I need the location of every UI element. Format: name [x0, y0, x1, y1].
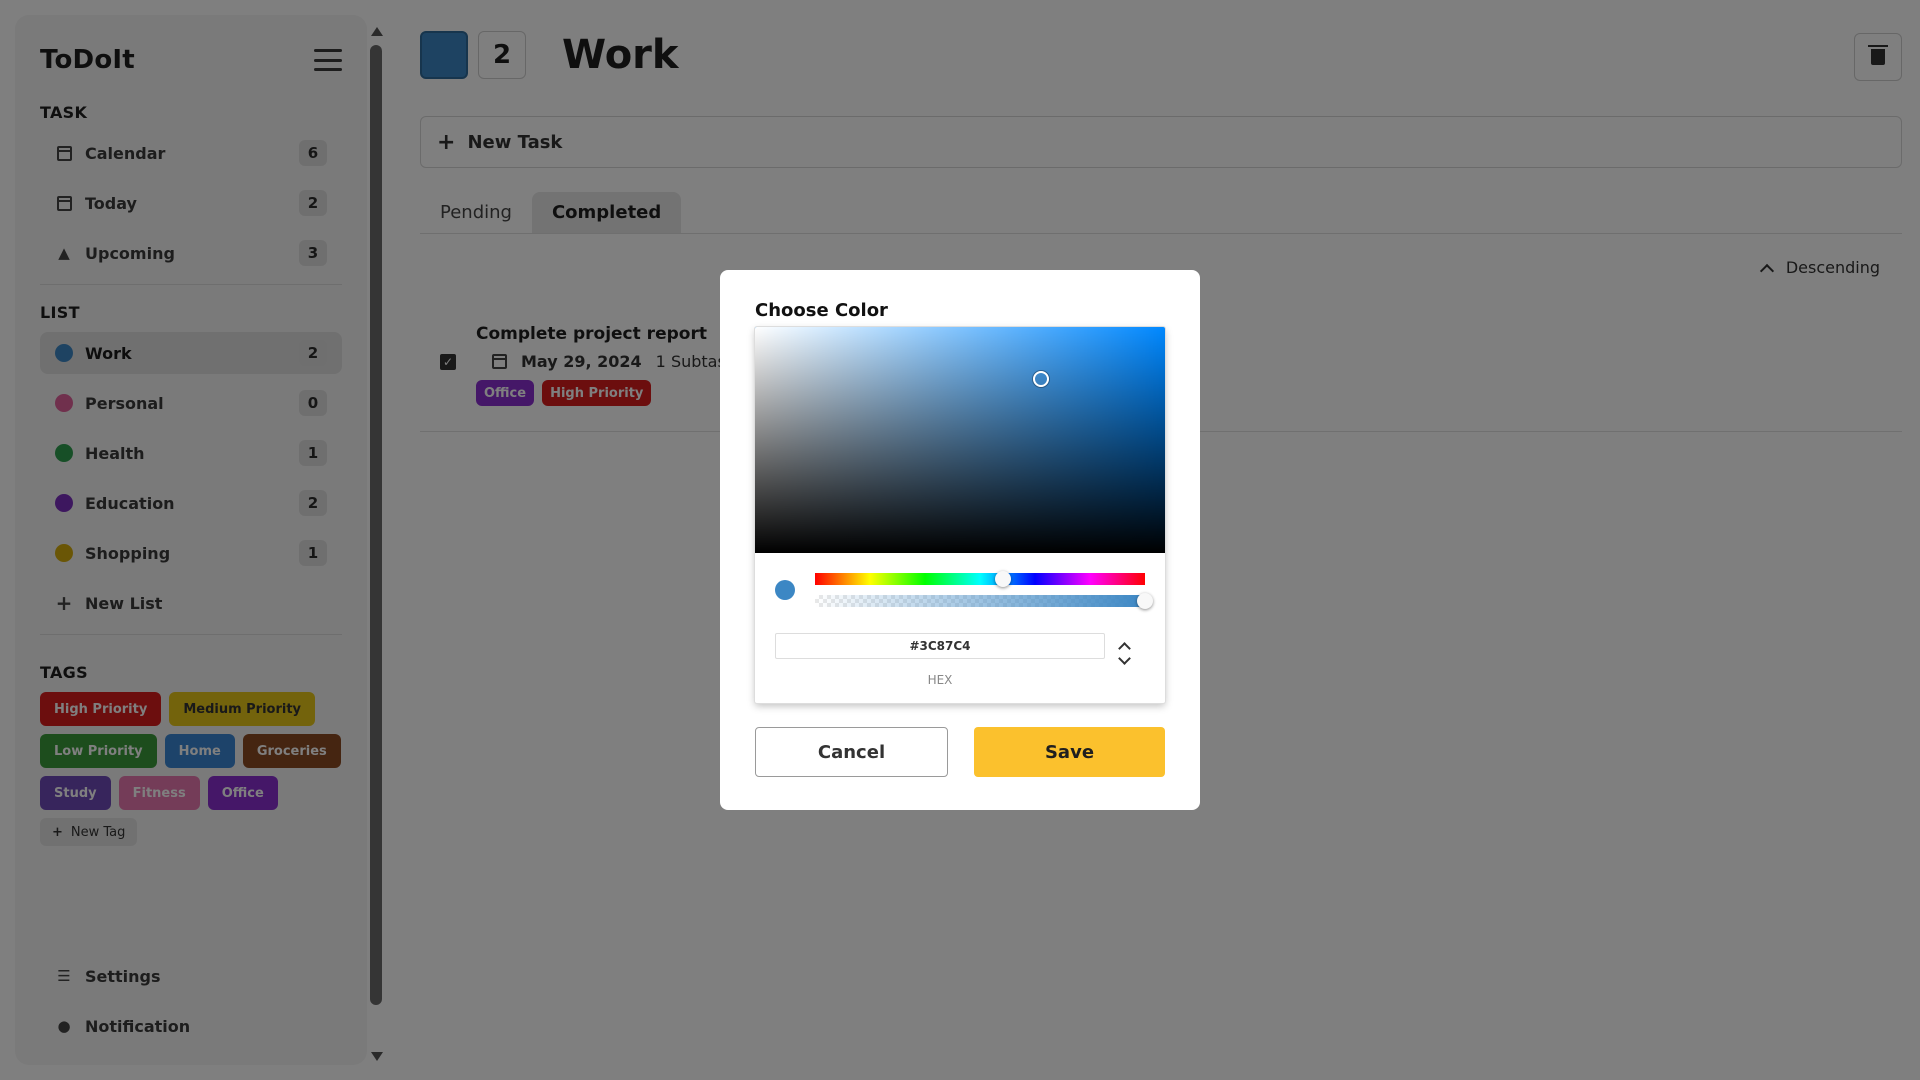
picker-controls — [755, 553, 1165, 633]
dialog-title: Choose Color — [755, 300, 888, 321]
color-preview-dot — [775, 580, 795, 600]
app-root: ToDoIt TASK Calendar 6 Today 2 ▲ Upcomin… — [0, 0, 1920, 1080]
hue-slider-thumb[interactable] — [995, 571, 1012, 587]
saturation-value-handle[interactable] — [1033, 371, 1049, 387]
save-button[interactable]: Save — [974, 727, 1165, 777]
hex-label: HEX — [927, 673, 953, 687]
hue-slider[interactable] — [815, 571, 1145, 587]
dialog-actions: Cancel Save — [755, 727, 1165, 777]
format-toggle-icon[interactable] — [1117, 641, 1131, 665]
alpha-slider-thumb[interactable] — [1137, 593, 1153, 609]
color-picker: HEX — [755, 327, 1165, 703]
alpha-slider[interactable] — [815, 593, 1153, 609]
hex-row: HEX — [755, 633, 1165, 703]
saturation-value-area[interactable] — [755, 327, 1165, 553]
cancel-button[interactable]: Cancel — [755, 727, 948, 777]
hex-input[interactable] — [775, 633, 1105, 659]
color-picker-dialog: Choose Color HEX Cancel Save — [720, 270, 1200, 810]
